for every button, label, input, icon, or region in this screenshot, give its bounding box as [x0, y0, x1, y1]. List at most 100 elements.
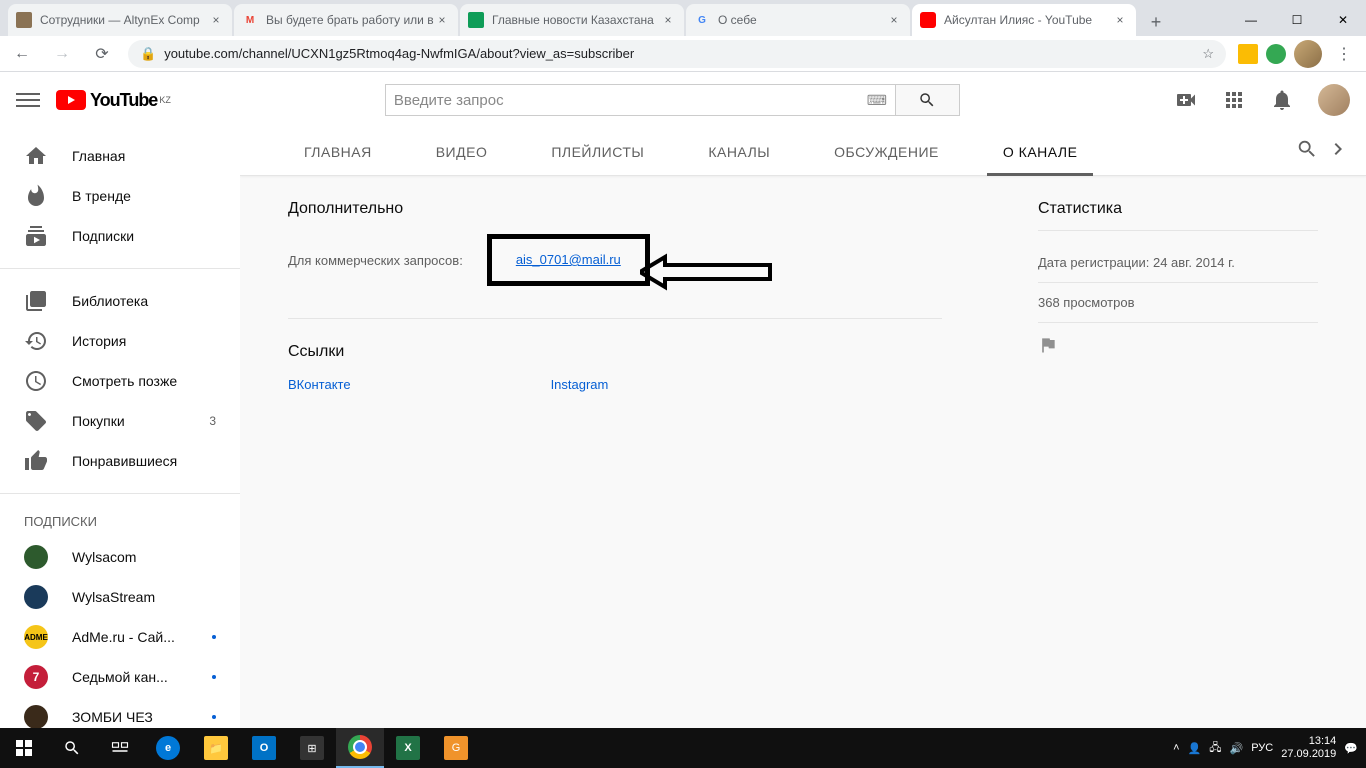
hamburger-menu-icon[interactable] — [16, 88, 40, 112]
tab-title: Айсултан Илияс - YouTube — [944, 13, 1112, 27]
tray-people-icon[interactable]: 👤 — [1188, 742, 1202, 755]
trending-icon — [24, 184, 48, 208]
new-content-dot-icon — [212, 675, 216, 679]
channel-name: ЗОМБИ ЧЕЗ — [72, 709, 188, 725]
clock-date: 27.09.2019 — [1281, 748, 1336, 761]
extension-icon[interactable] — [1266, 44, 1286, 64]
tab-close-icon[interactable]: × — [434, 12, 450, 28]
taskbar-app-excel[interactable]: X — [384, 728, 432, 768]
extension-icon[interactable] — [1238, 44, 1258, 64]
email-highlight-box: ais_0701@mail.ru — [487, 234, 650, 286]
tray-language-indicator[interactable]: РУС — [1251, 742, 1273, 754]
history-icon — [24, 329, 48, 353]
business-email-link[interactable]: ais_0701@mail.ru — [516, 252, 621, 267]
tab-videos[interactable]: ВИДЕО — [420, 128, 504, 176]
youtube-logo[interactable]: YouTube KZ — [56, 90, 171, 111]
taskbar-app-explorer[interactable]: 📁 — [192, 728, 240, 768]
create-video-icon[interactable] — [1174, 88, 1198, 112]
chevron-right-icon[interactable] — [1326, 137, 1350, 166]
browser-tab[interactable]: G О себе × — [686, 4, 910, 36]
search-input[interactable]: Введите запрос ⌨ — [385, 84, 895, 116]
url-bar[interactable]: 🔒 youtube.com/channel/UCXN1gz5Rtmoq4ag-N… — [128, 40, 1226, 68]
tab-main[interactable]: ГЛАВНАЯ — [288, 128, 388, 176]
link-instagram[interactable]: Instagram — [551, 377, 609, 392]
sidebar-item-home[interactable]: Главная — [0, 136, 240, 176]
sidebar-subscription-item[interactable]: 7 Седьмой кан... — [0, 657, 240, 697]
back-button[interactable]: ← — [8, 40, 36, 68]
account-avatar[interactable] — [1318, 84, 1350, 116]
extensions-area: ⋮ — [1238, 40, 1358, 68]
taskbar-app-unknown[interactable]: G — [432, 728, 480, 768]
action-center-icon[interactable]: 💬 — [1344, 742, 1358, 755]
tray-volume-icon[interactable]: 🔊 — [1230, 742, 1244, 755]
sidebar-item-watch-later[interactable]: Смотреть позже — [0, 361, 240, 401]
browser-tab[interactable]: Сотрудники — AltynEx Comp × — [8, 4, 232, 36]
tab-close-icon[interactable]: × — [208, 12, 224, 28]
close-button[interactable]: ✕ — [1320, 4, 1366, 36]
section-heading-additional: Дополнительно — [288, 200, 942, 218]
youtube-play-icon — [56, 90, 86, 110]
tray-chevron-up-icon[interactable]: ˄ — [1173, 742, 1179, 754]
channel-avatar — [24, 705, 48, 728]
tab-close-icon[interactable]: × — [660, 12, 676, 28]
chrome-profile-avatar[interactable] — [1294, 40, 1322, 68]
taskbar-app-chrome[interactable] — [336, 728, 384, 768]
lock-icon: 🔒 — [140, 46, 156, 62]
task-view-button[interactable] — [96, 728, 144, 768]
chrome-menu-button[interactable]: ⋮ — [1330, 40, 1358, 68]
bookmark-star-icon[interactable]: ☆ — [1202, 46, 1214, 62]
divider — [0, 268, 240, 269]
sidebar-subscription-item[interactable]: WylsaStream — [0, 577, 240, 617]
sidebar-item-library[interactable]: Библиотека — [0, 281, 240, 321]
business-inquiry-label: Для коммерческих запросов: — [288, 253, 463, 268]
reload-button[interactable]: ⟳ — [88, 40, 116, 68]
divider — [0, 493, 240, 494]
tab-playlists[interactable]: ПЛЕЙЛИСТЫ — [535, 128, 660, 176]
sidebar-subscription-item[interactable]: ЗОМБИ ЧЕЗ — [0, 697, 240, 728]
sidebar-label: Подписки — [72, 228, 216, 244]
browser-tab[interactable]: Главные новости Казахстана × — [460, 4, 684, 36]
sidebar-item-history[interactable]: История — [0, 321, 240, 361]
link-vkontakte[interactable]: ВКонтакте — [288, 377, 351, 392]
minimize-button[interactable]: — — [1228, 4, 1274, 36]
sidebar-subscription-item[interactable]: Wylsacom — [0, 537, 240, 577]
taskbar-app-outlook[interactable]: O — [240, 728, 288, 768]
tab-discussion[interactable]: ОБСУЖДЕНИЕ — [818, 128, 955, 176]
notifications-bell-icon[interactable] — [1270, 88, 1294, 112]
sidebar-item-trending[interactable]: В тренде — [0, 176, 240, 216]
sidebar-label: Покупки — [72, 413, 185, 429]
keyboard-icon[interactable]: ⌨ — [867, 92, 887, 109]
sidebar-item-liked[interactable]: Понравившиеся — [0, 441, 240, 481]
taskbar-app-calculator[interactable]: ⊞ — [288, 728, 336, 768]
channel-search-icon[interactable] — [1296, 138, 1318, 165]
favicon — [16, 12, 32, 28]
sidebar-item-purchases[interactable]: Покупки 3 — [0, 401, 240, 441]
taskbar-app-edge[interactable]: e — [144, 728, 192, 768]
clock-icon — [24, 369, 48, 393]
channel-avatar: ADME — [24, 625, 48, 649]
tray-network-icon[interactable]: 🖧 — [1209, 739, 1221, 758]
tab-close-icon[interactable]: × — [886, 12, 902, 28]
browser-tab[interactable]: M Вы будете брать работу или в × — [234, 4, 458, 36]
browser-tab-active[interactable]: Айсултан Илияс - YouTube × — [912, 4, 1136, 36]
tab-channels[interactable]: КАНАЛЫ — [692, 128, 786, 176]
search-button[interactable] — [895, 84, 960, 116]
taskbar-clock[interactable]: 13:14 27.09.2019 — [1281, 735, 1336, 761]
sidebar-subscription-item[interactable]: ADME AdMe.ru - Сай... — [0, 617, 240, 657]
sidebar-heading-subscriptions: ПОДПИСКИ — [0, 506, 240, 537]
subscriptions-icon — [24, 224, 48, 248]
search-button[interactable] — [48, 728, 96, 768]
sidebar-item-subscriptions[interactable]: Подписки — [0, 216, 240, 256]
tab-about[interactable]: О КАНАЛЕ — [987, 128, 1094, 176]
address-bar: ← → ⟳ 🔒 youtube.com/channel/UCXN1gz5Rtmo… — [0, 36, 1366, 72]
browser-tab-strip: Сотрудники — AltynEx Comp × M Вы будете … — [0, 0, 1366, 36]
forward-button[interactable]: → — [48, 40, 76, 68]
favicon — [920, 12, 936, 28]
tab-close-icon[interactable]: × — [1112, 12, 1128, 28]
maximize-button[interactable]: ☐ — [1274, 4, 1320, 36]
apps-grid-icon[interactable] — [1222, 88, 1246, 112]
report-flag-icon[interactable] — [1038, 323, 1318, 372]
channel-name: Седьмой кан... — [72, 669, 188, 685]
new-tab-button[interactable]: + — [1142, 8, 1170, 36]
start-button[interactable] — [0, 728, 48, 768]
